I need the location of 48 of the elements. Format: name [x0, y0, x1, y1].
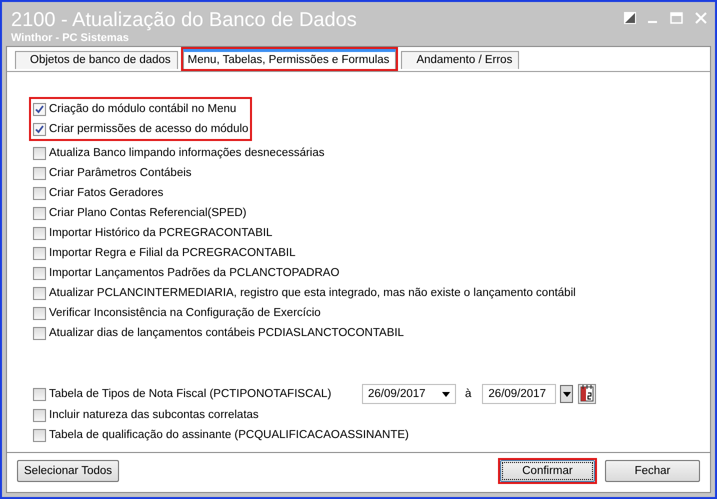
checkbox-label: Atualiza Banco limpando informações desnecessárias	[49, 147, 325, 159]
checkbox-label: Criar Plano Contas Referencial(SPED)	[49, 207, 246, 219]
checkbox-label: Tabela de Tipos de Nota Fiscal (PCTIPONOTAFISCAL)	[49, 388, 332, 400]
checkbox[interactable]	[33, 428, 46, 442]
checkbox-label: Incluir natureza das subcontas correlatas	[49, 409, 259, 421]
checkbox[interactable]	[33, 226, 46, 240]
button[interactable]: Fechar	[605, 460, 700, 482]
checkbox[interactable]	[33, 266, 46, 280]
maximize-icon[interactable]	[670, 12, 683, 24]
checkbox[interactable]	[33, 286, 46, 300]
caret-icon[interactable]	[442, 392, 450, 396]
checkbox[interactable]	[33, 206, 46, 220]
checkbox-label: Verificar Inconsistência na Configuração de Exercício	[49, 307, 321, 319]
checkbox-label: Importar Histórico da PCREGRACONTABIL	[49, 227, 272, 239]
checkbox[interactable]	[33, 102, 46, 116]
checkbox[interactable]	[33, 246, 46, 260]
button[interactable]: Confirmar	[500, 460, 595, 482]
caret-icon	[562, 392, 571, 396]
checkbox-label: Importar Lançamentos Padrões da PCLANCTOPADRAO	[49, 267, 340, 279]
window-title: 2100 - Atualização do Banco de Dados	[11, 8, 357, 32]
tab[interactable]: Menu, Tabelas, Permissões e Formulas	[182, 49, 396, 69]
checkbox[interactable]	[33, 388, 46, 400]
dropdown-button[interactable]	[560, 385, 574, 403]
date-field[interactable]: 26/09/2017	[362, 384, 456, 404]
checkbox[interactable]	[33, 306, 46, 320]
checkbox[interactable]	[33, 146, 46, 160]
checkbox[interactable]	[33, 166, 46, 180]
checkbox-label: Tabela de qualificação do assinante (PCQUALIFICACAOASSINANTE)	[49, 429, 409, 441]
close-icon[interactable]	[695, 12, 707, 24]
date-separator: à	[465, 388, 472, 400]
checkbox[interactable]	[33, 408, 46, 422]
date-field[interactable]: 26/09/2017	[482, 384, 556, 404]
checkbox-label: Importar Regra e Filial da PCREGRACONTABIL	[49, 247, 296, 259]
tab[interactable]: Andamento / Erros	[401, 51, 520, 69]
calendar-icon[interactable]	[578, 384, 596, 404]
checkbox[interactable]	[33, 122, 46, 136]
tab[interactable]: Objetos de banco de dados	[15, 51, 178, 69]
checkbox[interactable]	[33, 326, 46, 340]
window-subtitle: Winthor - PC Sistemas	[11, 32, 130, 44]
checkbox-label: Atualizar dias de lançamentos contábeis PCDIASLANCTOCONTABIL	[49, 327, 404, 339]
button[interactable]: Selecionar Todos	[17, 460, 120, 482]
checkbox-label: Atualizar PCLANCINTERMEDIARIA, registro que esta integrado, mas não existe o lançamento contábil	[49, 287, 576, 299]
checkbox-label: Criar permissões de acesso do módulo	[49, 123, 248, 135]
checkbox[interactable]	[33, 186, 46, 200]
restore-icon[interactable]	[624, 12, 636, 24]
checkbox-label: Criar Parâmetros Contábeis	[49, 167, 192, 179]
checkbox-label: Criação do módulo contábil no Menu	[49, 103, 236, 115]
checkbox-label: Criar Fatos Geradores	[49, 187, 164, 199]
